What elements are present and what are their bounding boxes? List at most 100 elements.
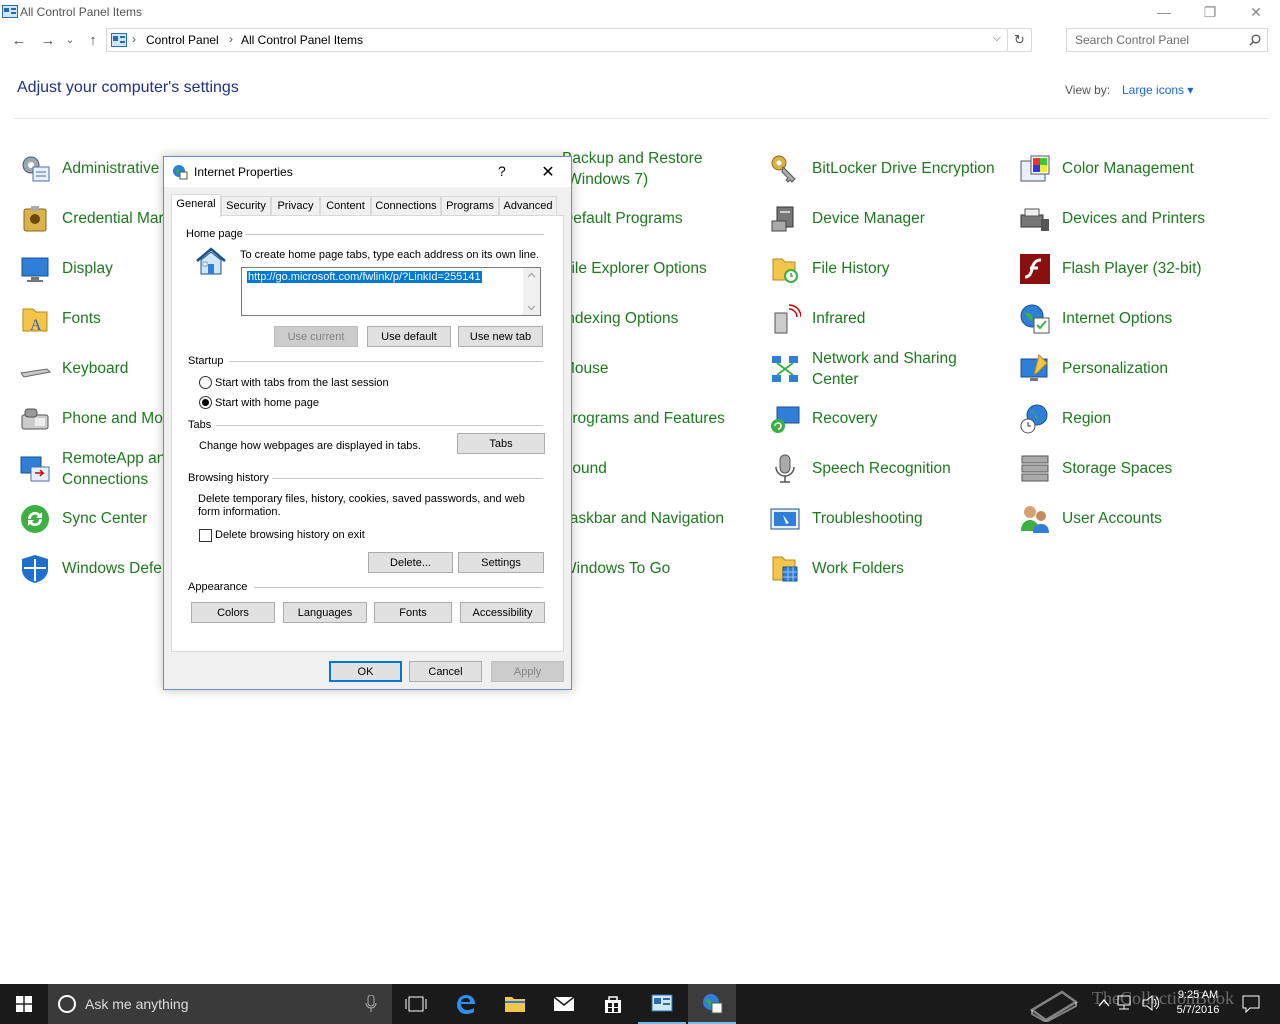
action-center-icon[interactable] xyxy=(1242,995,1260,1013)
credential-manager-icon xyxy=(23,206,47,232)
cp-item-bitlocker[interactable]: BitLocker Drive Encryption xyxy=(769,147,1009,191)
restore-button[interactable]: ❐ xyxy=(1187,0,1233,24)
folder-icon xyxy=(505,997,525,1012)
delete-history-button[interactable]: Delete... xyxy=(368,552,453,573)
cp-item-label: Fonts xyxy=(62,310,101,327)
cp-item-user-accounts[interactable]: User Accounts xyxy=(1019,497,1259,541)
breadcrumb-separator-icon: › xyxy=(132,32,136,46)
windows-defender-icon xyxy=(22,555,48,583)
cp-item-color-management[interactable]: Color Management xyxy=(1019,147,1259,191)
microphone-icon[interactable] xyxy=(365,995,377,1013)
home-page-textbox[interactable]: http://go.microsoft.com/fwlink/p/?LinkId… xyxy=(241,267,541,316)
edge-taskbar-button[interactable] xyxy=(442,984,490,1024)
tab-connections[interactable]: Connections xyxy=(371,196,441,216)
startup-home-page-radio[interactable] xyxy=(199,396,212,409)
search-icon[interactable] xyxy=(1249,34,1261,46)
tab-security[interactable]: Security xyxy=(221,196,271,216)
close-button[interactable]: ✕ xyxy=(1233,0,1279,24)
apply-button[interactable]: Apply xyxy=(491,661,564,682)
cp-item-region[interactable]: Region xyxy=(1019,397,1259,441)
search-input[interactable] xyxy=(1073,30,1243,50)
cp-item-file-history[interactable]: File History xyxy=(769,247,1009,291)
startup-last-session-radio[interactable] xyxy=(199,376,212,389)
breadcrumb-control-panel[interactable]: Control Panel xyxy=(146,33,219,47)
speech-recognition-icon xyxy=(775,454,795,483)
edge-icon xyxy=(457,995,475,1014)
mail-taskbar-button[interactable] xyxy=(540,984,588,1024)
cp-item-troubleshooting[interactable]: Troubleshooting xyxy=(769,497,1009,541)
recent-locations-chevron-icon[interactable]: ⌄ xyxy=(62,30,78,50)
colors-button[interactable]: Colors xyxy=(191,602,275,623)
textbox-scrollbar[interactable] xyxy=(523,268,540,315)
cp-item-label: Administrative xyxy=(62,160,160,177)
startup-label: Startup xyxy=(188,355,227,367)
use-current-button[interactable]: Use current xyxy=(274,326,358,347)
store-taskbar-button[interactable] xyxy=(589,984,637,1024)
delete-history-on-exit-checkbox[interactable] xyxy=(199,529,212,542)
cp-item-recovery[interactable]: Recovery xyxy=(769,397,1009,441)
tab-programs[interactable]: Programs xyxy=(441,196,499,216)
cp-item-label: Personalization xyxy=(1062,360,1168,377)
cp-item-label: File Explorer Options xyxy=(562,260,707,277)
cortana-search-text[interactable]: Ask me anything xyxy=(85,996,189,1012)
back-arrow-icon[interactable]: ← xyxy=(8,30,30,50)
languages-button[interactable]: Languages xyxy=(283,602,367,623)
cp-item-label: Work Folders xyxy=(812,560,904,577)
startup-last-session-label[interactable]: Start with tabs from the last session xyxy=(215,377,389,390)
cp-item-label: File History xyxy=(812,260,890,277)
cp-item-label: User Accounts xyxy=(1062,510,1162,527)
cp-item-device-manager[interactable]: Device Manager xyxy=(769,197,1009,241)
cp-item-flash-player[interactable]: Flash Player (32-bit) xyxy=(1019,247,1259,291)
tab-general[interactable]: General xyxy=(171,194,221,217)
start-button[interactable] xyxy=(0,984,48,1024)
up-arrow-icon[interactable]: ↑ xyxy=(82,30,104,50)
view-by-dropdown[interactable]: Large icons ▾ xyxy=(1122,83,1193,97)
cp-item-network-sharing-center[interactable]: Network and Sharing Center xyxy=(769,347,1009,391)
cp-item-storage-spaces[interactable]: Storage Spaces xyxy=(1019,447,1259,491)
ok-button[interactable]: OK xyxy=(329,661,402,682)
navigation-bar: ← → ⌄ ↑ › Control Panel › All Control Pa… xyxy=(0,26,1280,54)
cortana-search-box[interactable]: Ask me anything xyxy=(48,984,392,1024)
dialog-close-icon[interactable]: ✕ xyxy=(536,160,560,184)
use-default-button[interactable]: Use default xyxy=(367,326,451,347)
cp-item-speech-recognition[interactable]: Speech Recognition xyxy=(769,447,1009,491)
cp-item-internet-options[interactable]: Internet Options xyxy=(1019,297,1259,341)
tab-advanced[interactable]: Advanced xyxy=(499,196,557,216)
cp-item-personalization[interactable]: Personalization xyxy=(1019,347,1259,391)
address-dropdown-icon[interactable]: ⌵ xyxy=(993,32,1001,45)
cp-item-infrared[interactable]: Infrared xyxy=(769,297,1009,341)
dialog-title: Internet Properties xyxy=(194,165,293,179)
tab-privacy[interactable]: Privacy xyxy=(271,196,320,216)
cp-item-label: Taskbar and Navigation xyxy=(562,510,724,527)
minimize-button[interactable]: — xyxy=(1141,0,1187,24)
forward-arrow-icon[interactable]: → xyxy=(37,30,59,50)
devices-printers-icon xyxy=(1020,208,1049,231)
task-view-button[interactable] xyxy=(392,984,440,1024)
fonts-button[interactable]: Fonts xyxy=(374,602,452,623)
cp-item-work-folders[interactable]: Work Folders xyxy=(769,547,1009,591)
cp-item-label: Device Manager xyxy=(812,210,925,227)
delete-history-on-exit-label[interactable]: Delete browsing history on exit xyxy=(215,529,365,542)
refresh-icon[interactable]: ↻ xyxy=(1007,29,1031,51)
help-icon[interactable]: ? xyxy=(498,163,506,179)
control-panel-icon xyxy=(2,5,18,18)
svg-text:A: A xyxy=(30,317,42,334)
history-settings-button[interactable]: Settings xyxy=(458,552,544,573)
tabs-settings-button[interactable]: Tabs xyxy=(457,433,545,454)
cp-item-devices-and-printers[interactable]: Devices and Printers xyxy=(1019,197,1259,241)
control-panel-taskbar-button[interactable] xyxy=(638,984,686,1024)
file-explorer-taskbar-button[interactable] xyxy=(491,984,539,1024)
use-new-tab-button[interactable]: Use new tab xyxy=(458,326,543,347)
tab-content[interactable]: Content xyxy=(320,196,371,216)
accessibility-button[interactable]: Accessibility xyxy=(460,602,545,623)
home-page-instructions: To create home page tabs, type each addr… xyxy=(240,249,540,261)
search-box[interactable] xyxy=(1066,28,1268,52)
startup-home-page-label[interactable]: Start with home page xyxy=(215,397,319,410)
breadcrumb-all-items[interactable]: All Control Panel Items xyxy=(241,33,363,47)
address-bar[interactable]: › Control Panel › All Control Panel Item… xyxy=(106,28,1032,52)
sync-center-icon xyxy=(21,505,49,533)
tabs-group-label: Tabs xyxy=(188,419,215,431)
internet-properties-taskbar-button[interactable] xyxy=(688,984,736,1024)
cancel-button[interactable]: Cancel xyxy=(409,661,482,682)
home-page-url[interactable]: http://go.microsoft.com/fwlink/p/?LinkId… xyxy=(247,271,482,283)
